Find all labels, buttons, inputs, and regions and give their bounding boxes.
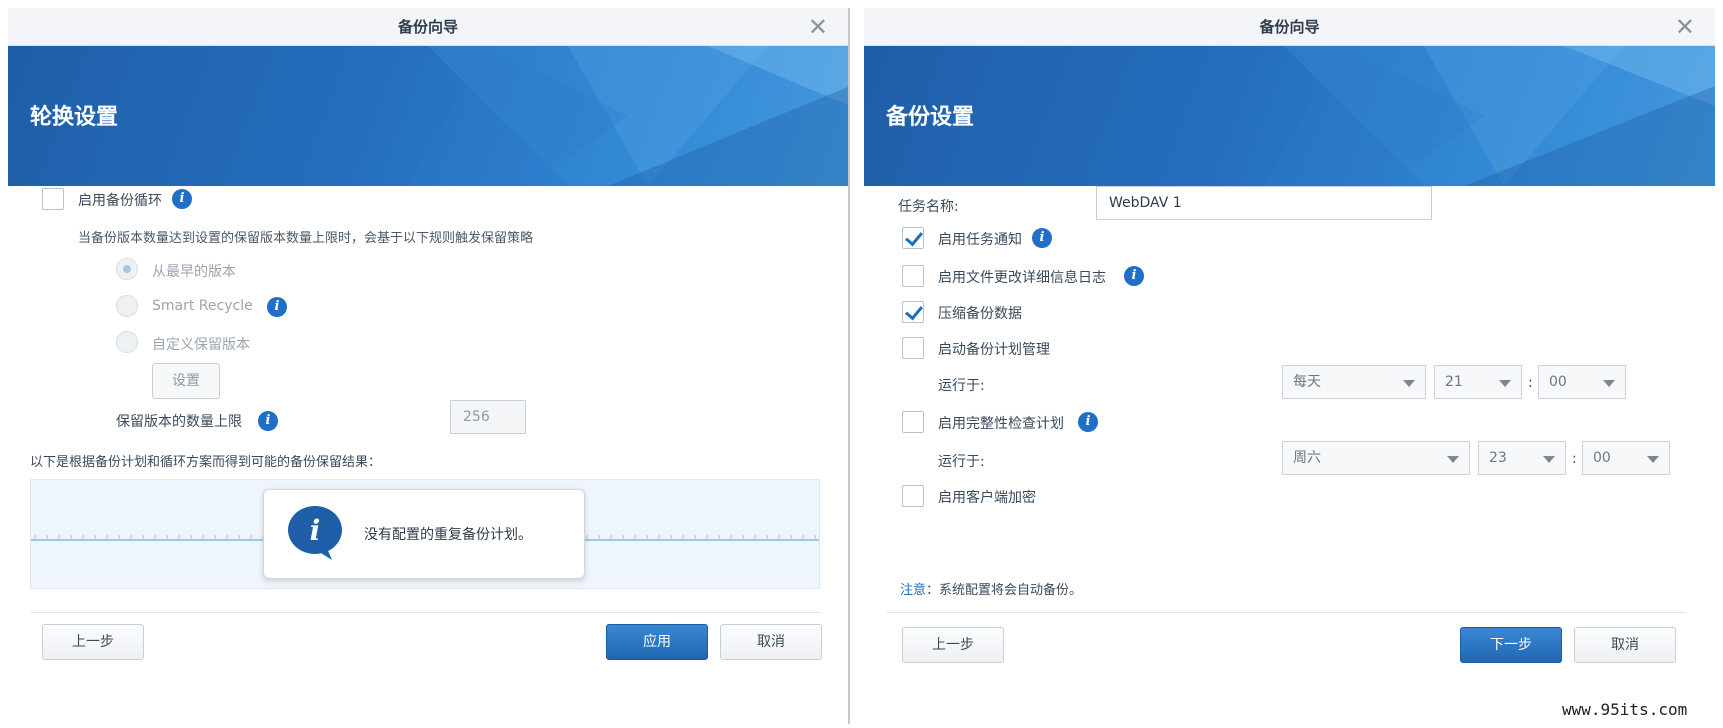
enable-rotation-label: 启用备份循环 bbox=[78, 193, 162, 209]
option-custom-retention-label: 自定义保留版本 bbox=[152, 337, 250, 353]
previous-button[interactable]: 上一步 bbox=[902, 627, 1004, 663]
enable-notification-checkbox[interactable] bbox=[902, 227, 924, 249]
info-icon[interactable]: i bbox=[1124, 266, 1144, 286]
no-schedule-popup: i 没有配置的重复备份计划。 bbox=[263, 489, 585, 579]
watermark: www.95its.com bbox=[1562, 700, 1688, 719]
radio-custom-retention[interactable] bbox=[116, 331, 138, 353]
info-icon[interactable]: i bbox=[1032, 228, 1052, 248]
option-smart-recycle-label: Smart Recycle bbox=[152, 298, 253, 314]
apply-button[interactable]: 应用 bbox=[606, 624, 708, 660]
window-title: 备份向导 bbox=[397, 18, 458, 36]
chevron-down-icon bbox=[1543, 456, 1555, 463]
enable-client-encryption-checkbox[interactable] bbox=[902, 485, 924, 507]
schedule-minute-value: 00 bbox=[1549, 374, 1567, 390]
info-bubble-icon: i bbox=[288, 506, 342, 560]
cancel-button[interactable]: 取消 bbox=[1574, 627, 1676, 663]
enable-client-encryption-label: 启用客户端加密 bbox=[938, 490, 1036, 506]
close-icon[interactable]: ✕ bbox=[1675, 8, 1695, 46]
settings-button[interactable]: 设置 bbox=[152, 363, 220, 399]
enable-file-log-label: 启用文件更改详细信息日志 bbox=[938, 270, 1106, 286]
timeline-caption: 以下是根据备份计划和循环方案而得到可能的备份保留结果： bbox=[30, 455, 382, 470]
previous-button[interactable]: 上一步 bbox=[42, 624, 144, 660]
close-icon[interactable]: ✕ bbox=[808, 8, 828, 46]
next-button[interactable]: 下一步 bbox=[1460, 627, 1562, 663]
rotation-description: 当备份版本数量达到设置的保留版本数量上限时，会基于以下规则触发保留策略 bbox=[78, 231, 534, 246]
chevron-down-icon bbox=[1499, 380, 1511, 387]
footer-divider bbox=[886, 612, 1686, 613]
chevron-down-icon bbox=[1403, 380, 1415, 387]
compress-backup-checkbox[interactable] bbox=[902, 301, 924, 323]
integrity-minute-value: 00 bbox=[1593, 450, 1611, 466]
svg-text:i: i bbox=[310, 514, 321, 547]
popup-message: 没有配置的重复备份计划。 bbox=[364, 527, 532, 543]
radio-smart-recycle[interactable] bbox=[116, 295, 138, 317]
enable-file-log-checkbox[interactable] bbox=[902, 265, 924, 287]
enable-schedule-label: 启动备份计划管理 bbox=[938, 342, 1050, 358]
integrity-run-at-label: 运行于: bbox=[938, 454, 985, 470]
enable-schedule-checkbox[interactable] bbox=[902, 337, 924, 359]
header-banner: 轮换设置 bbox=[8, 46, 848, 186]
info-icon[interactable]: i bbox=[172, 189, 192, 209]
header-banner: 备份设置 bbox=[864, 46, 1715, 186]
integrity-hour-value: 23 bbox=[1489, 450, 1507, 466]
info-icon[interactable]: i bbox=[267, 297, 287, 317]
window-title: 备份向导 bbox=[1259, 18, 1320, 36]
schedule-day-value: 每天 bbox=[1293, 374, 1321, 390]
time-separator: : bbox=[1572, 451, 1577, 467]
chevron-down-icon bbox=[1603, 380, 1615, 387]
banner-pattern bbox=[1264, 46, 1715, 186]
task-name-label: 任务名称: bbox=[898, 199, 959, 215]
banner-pattern bbox=[408, 46, 848, 186]
note-text: ：系统配置将会自动备份。 bbox=[926, 583, 1083, 598]
page-title: 轮换设置 bbox=[30, 105, 119, 130]
max-versions-input[interactable]: 256 bbox=[450, 400, 526, 434]
info-icon[interactable]: i bbox=[258, 411, 278, 431]
schedule-hour-value: 21 bbox=[1445, 374, 1463, 390]
radio-earliest-version[interactable] bbox=[116, 258, 138, 280]
note-label: 注意 bbox=[900, 583, 927, 598]
footer-divider bbox=[30, 612, 820, 613]
enable-notification-label: 启用任务通知 bbox=[938, 232, 1022, 248]
cancel-button[interactable]: 取消 bbox=[720, 624, 822, 660]
chevron-down-icon bbox=[1447, 456, 1459, 463]
integrity-day-value: 周六 bbox=[1293, 450, 1321, 466]
task-name-input[interactable]: WebDAV 1 bbox=[1096, 186, 1432, 220]
integrity-hour-select[interactable]: 23 bbox=[1478, 441, 1566, 475]
backup-settings-dialog: 备份向导 ✕ 备份设置 任务名称: WebDAV 1 启用任务通知 i 启用文件… bbox=[864, 8, 1715, 724]
schedule-minute-select[interactable]: 00 bbox=[1538, 365, 1626, 399]
info-icon[interactable]: i bbox=[1078, 412, 1098, 432]
rotation-settings-dialog: 备份向导 ✕ 轮换设置 启用备份循环 i 当备份版本数量达到设置的保留版本数量上… bbox=[8, 8, 850, 724]
integrity-day-select[interactable]: 周六 bbox=[1282, 441, 1470, 475]
time-separator: : bbox=[1528, 375, 1533, 391]
integrity-minute-select[interactable]: 00 bbox=[1582, 441, 1670, 475]
schedule-day-select[interactable]: 每天 bbox=[1282, 365, 1426, 399]
schedule-run-at-label: 运行于: bbox=[938, 378, 985, 394]
auto-backup-note: 注意：系统配置将会自动备份。 bbox=[900, 579, 1082, 598]
max-versions-label: 保留版本的数量上限 bbox=[116, 414, 242, 430]
enable-integrity-check-checkbox[interactable] bbox=[902, 411, 924, 433]
option-earliest-version-label: 从最早的版本 bbox=[152, 264, 236, 280]
chevron-down-icon bbox=[1647, 456, 1659, 463]
enable-integrity-check-label: 启用完整性检查计划 bbox=[938, 416, 1064, 432]
schedule-hour-select[interactable]: 21 bbox=[1434, 365, 1522, 399]
page-title: 备份设置 bbox=[886, 105, 975, 130]
window-titlebar: 备份向导 ✕ bbox=[8, 8, 848, 46]
enable-rotation-checkbox[interactable] bbox=[42, 188, 64, 210]
window-titlebar: 备份向导 ✕ bbox=[864, 8, 1715, 46]
compress-backup-label: 压缩备份数据 bbox=[938, 306, 1022, 322]
